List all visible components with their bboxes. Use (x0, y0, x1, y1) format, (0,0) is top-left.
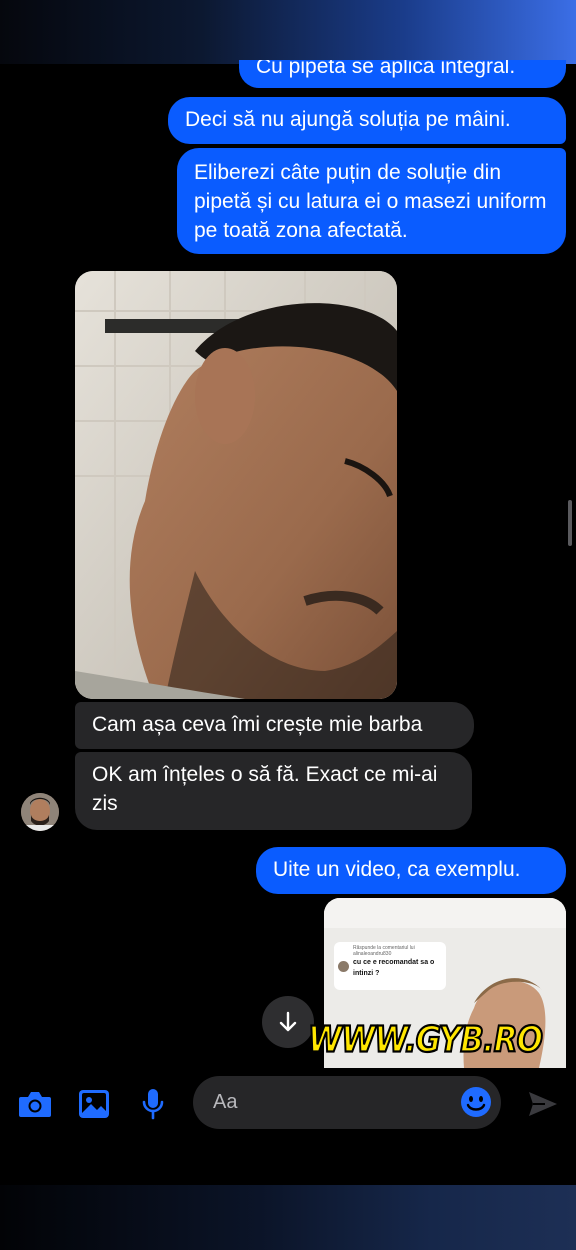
watermark: WWW.GYB.RO (307, 1018, 544, 1062)
camera-icon (19, 1092, 51, 1117)
message-text: OK am înțeles o să fă. Exact ce mi-ai zi… (92, 763, 438, 815)
message-incoming[interactable]: Cam așa ceva îmi crește mie barba (75, 702, 474, 749)
message-input-container[interactable] (193, 1076, 501, 1129)
message-input[interactable] (213, 1088, 443, 1116)
message-outgoing[interactable]: Eliberezi câte puțin de soluție din pipe… (177, 148, 566, 254)
contact-avatar[interactable] (21, 793, 59, 831)
status-bar-background (0, 0, 576, 64)
message-outgoing[interactable]: Deci să nu ajungă soluția pe mâini. (168, 97, 566, 144)
arrow-down-icon (279, 1011, 297, 1032)
message-text: Cu pipeta se aplică integral. (256, 60, 516, 78)
navigation-bar-background (0, 1185, 576, 1250)
scroll-to-bottom-button[interactable] (262, 996, 314, 1048)
camera-button[interactable] (17, 1086, 53, 1122)
face-photo-icon (75, 271, 397, 699)
message-text: Deci să nu ajungă soluția pe mâini. (185, 108, 511, 131)
photo-attachment[interactable] (75, 271, 397, 699)
send-icon (529, 1092, 557, 1116)
composer-bar (0, 1068, 576, 1138)
message-incoming[interactable]: OK am înțeles o să fă. Exact ce mi-ai zi… (75, 752, 472, 830)
commenter-avatar (338, 961, 349, 972)
microphone-icon (142, 1089, 164, 1120)
scrollbar[interactable] (568, 500, 572, 546)
message-outgoing-clipped[interactable]: Cu pipeta se aplică integral. (239, 60, 566, 88)
message-text: Eliberezi câte puțin de soluție din pipe… (194, 161, 547, 242)
emoji-button[interactable] (460, 1086, 492, 1118)
emoji-icon (461, 1087, 491, 1117)
avatar-icon (21, 793, 59, 831)
reply-header: Răspunde la comentariul lui alinaleoandr… (353, 945, 415, 957)
send-button[interactable] (524, 1085, 562, 1123)
gallery-button[interactable] (76, 1086, 112, 1122)
voice-button[interactable] (135, 1086, 171, 1122)
message-text: Uite un video, ca exemplu. (273, 858, 521, 881)
reply-card: Răspunde la comentariul lui alinaleoandr… (334, 942, 446, 990)
message-text: Cam așa ceva îmi crește mie barba (92, 713, 423, 736)
reply-text: cu ce e recomandat sa o intinzi ? (353, 959, 435, 977)
image-icon (79, 1090, 109, 1118)
message-outgoing[interactable]: Uite un video, ca exemplu. (256, 847, 566, 894)
